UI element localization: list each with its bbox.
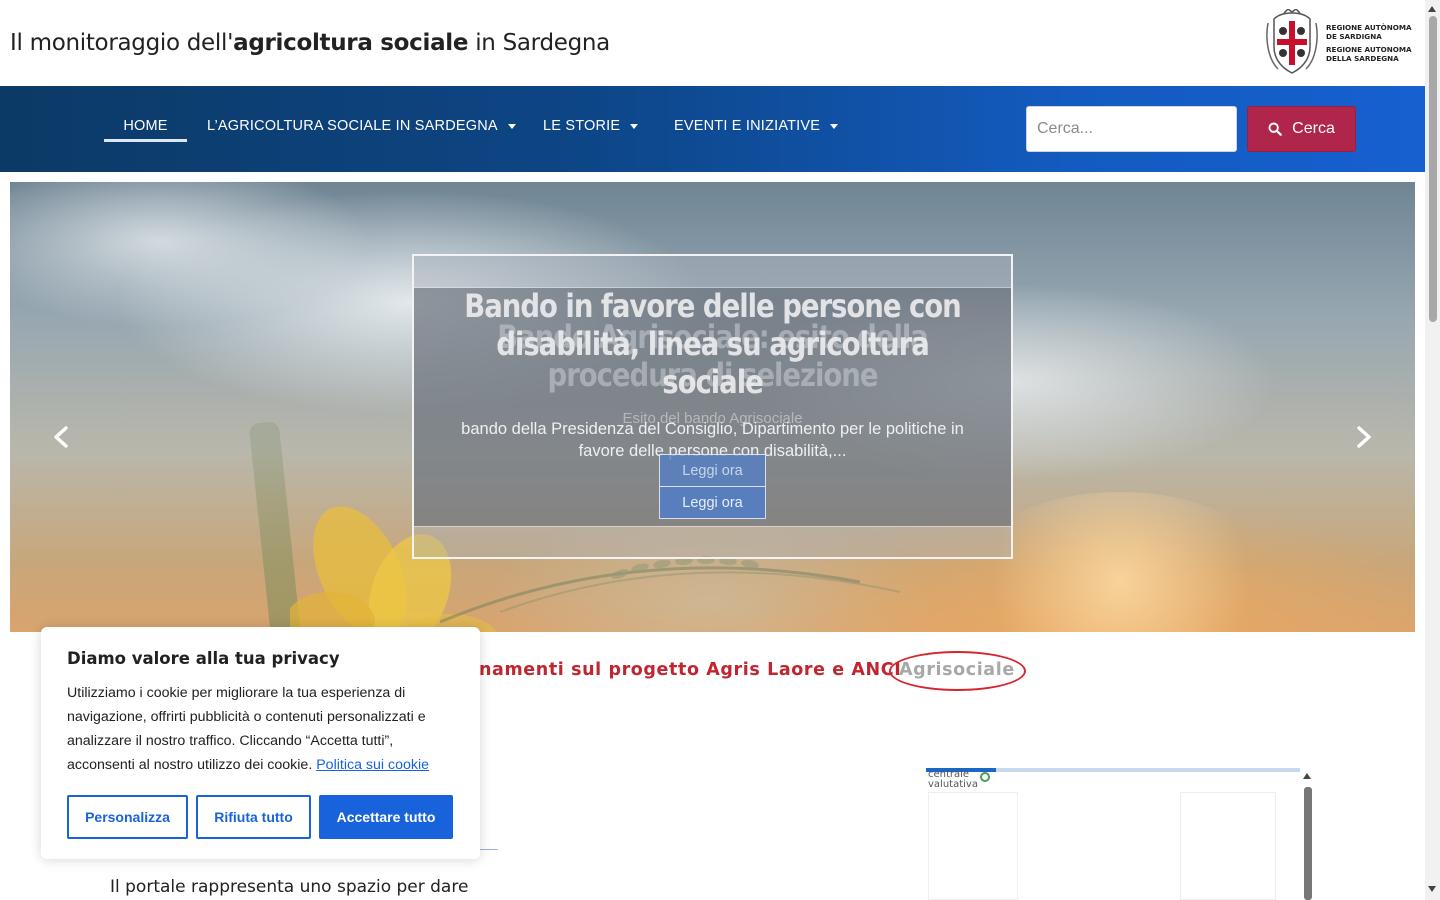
nav-item-eventi[interactable]: EVENTI E INIZIATIVE bbox=[674, 110, 839, 142]
nav-label: L’AGRICOLTURA SOCIALE IN SARDEGNA bbox=[207, 118, 498, 134]
coat-of-arms-icon bbox=[1266, 9, 1318, 74]
logo-line: REGIONE AUTÒNOMA bbox=[1326, 23, 1412, 32]
nav-item-home[interactable]: HOME bbox=[104, 110, 187, 142]
caret-down-icon bbox=[507, 123, 516, 129]
scroll-up-icon[interactable] bbox=[1303, 773, 1311, 779]
read-more-button[interactable]: Leggi ora bbox=[659, 486, 766, 519]
embedded-frame[interactable]: centrale valutativa bbox=[926, 768, 1312, 900]
cookie-body: Utilizziamo i cookie per migliorare la t… bbox=[67, 681, 462, 777]
slide-caption-topbar bbox=[414, 256, 1011, 288]
nav-item-le-storie[interactable]: LE STORIE bbox=[543, 110, 639, 142]
slider-prev-button[interactable] bbox=[46, 422, 76, 452]
logo-text: REGIONE AUTÒNOMA DE SARDIGNA REGIONE AUT… bbox=[1326, 23, 1412, 63]
nav-label: EVENTI E INIZIATIVE bbox=[674, 118, 821, 134]
region-logo[interactable]: REGIONE AUTÒNOMA DE SARDIGNA REGIONE AUT… bbox=[1262, 8, 1422, 78]
hero-slider[interactable]: Bando Agrisociale: esito della procedura… bbox=[10, 182, 1415, 632]
search-button[interactable]: Cerca bbox=[1247, 106, 1356, 152]
chevron-left-icon bbox=[54, 426, 68, 448]
scroll-down-icon[interactable] bbox=[1428, 886, 1436, 892]
page-scrollbar[interactable] bbox=[1425, 0, 1440, 900]
page-scroll-thumb[interactable] bbox=[1429, 16, 1437, 322]
slider-next-button[interactable] bbox=[1349, 422, 1379, 452]
site-title-prefix: Il monitoraggio dell' bbox=[10, 30, 234, 56]
scroll-up-icon[interactable] bbox=[1428, 6, 1436, 12]
search-button-label: Cerca bbox=[1292, 120, 1335, 137]
embed-column bbox=[928, 792, 1018, 900]
chevron-right-icon bbox=[1357, 426, 1371, 448]
embed-column bbox=[1180, 792, 1276, 900]
cookie-policy-link[interactable]: Politica sui cookie bbox=[316, 757, 429, 773]
slide-title: Bando in favore delle persone con disabi… bbox=[464, 287, 961, 401]
search-input[interactable] bbox=[1026, 106, 1237, 152]
main-nav: HOME L’AGRICOLTURA SOCIALE IN SARDEGNA L… bbox=[0, 86, 1425, 172]
caret-down-icon bbox=[630, 123, 639, 129]
site-title-bold: agricoltura sociale bbox=[233, 30, 469, 56]
reject-all-button[interactable]: Rifiuta tutto bbox=[196, 795, 311, 839]
embed-scroll-thumb[interactable] bbox=[1304, 787, 1312, 900]
page: Il monitoraggio dell'agricoltura sociale… bbox=[0, 0, 1440, 900]
cookie-title: Diamo valore alla tua privacy bbox=[67, 649, 340, 668]
embed-logo-icon bbox=[980, 772, 990, 782]
logo-line: DE SARDIGNA bbox=[1326, 32, 1382, 41]
announcement-highlight[interactable]: Agrisociale bbox=[899, 660, 1015, 680]
site-title-suffix: in Sardegna bbox=[468, 30, 610, 56]
embed-label-line: valutativa bbox=[928, 779, 978, 790]
search-icon bbox=[1268, 122, 1282, 136]
site-header: Il monitoraggio dell'agricoltura sociale… bbox=[0, 0, 1425, 86]
announcement-text[interactable]: namenti sul progetto Agris Laore e ANCI bbox=[479, 660, 901, 680]
read-more-button-secondary[interactable]: Leggi ora bbox=[659, 454, 766, 487]
slide-caption-bottombar bbox=[414, 526, 1011, 557]
accept-all-button[interactable]: Accettare tutto bbox=[319, 795, 453, 839]
logo-line: DELLA SARDEGNA bbox=[1326, 54, 1399, 63]
embed-label: centrale valutativa bbox=[928, 770, 978, 790]
intro-paragraph: Il portale rappresenta uno spazio per da… bbox=[110, 877, 469, 897]
caret-down-icon bbox=[830, 123, 839, 129]
site-title[interactable]: Il monitoraggio dell'agricoltura sociale… bbox=[10, 30, 610, 56]
active-indicator bbox=[104, 139, 187, 142]
logo-line: REGIONE AUTONOMA bbox=[1326, 45, 1412, 54]
customize-button[interactable]: Personalizza bbox=[67, 795, 188, 839]
cookie-consent-banner: Diamo valore alla tua privacy Utilizziam… bbox=[41, 627, 480, 859]
nav-item-agricoltura-sociale[interactable]: L’AGRICOLTURA SOCIALE IN SARDEGNA bbox=[207, 110, 516, 142]
nav-label: LE STORIE bbox=[543, 118, 621, 134]
nav-label: HOME bbox=[123, 118, 168, 134]
